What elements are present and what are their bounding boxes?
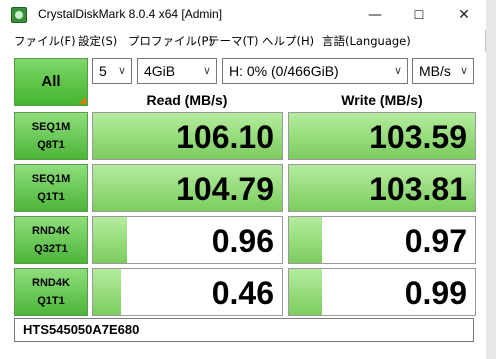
write-bar — [289, 269, 323, 315]
main-panel: All 5 ∨ 4GiB ∨ H: 0% (0/466GiB) ∨ MB/s ∨… — [0, 52, 486, 359]
menu-language[interactable]: 言語(Language) — [322, 33, 411, 49]
read-result-cell: 104.79 — [92, 164, 283, 212]
menu-settings[interactable]: 設定(S) — [78, 33, 117, 49]
rnd4k-q1t1-button[interactable]: RND4K Q1T1 — [14, 268, 88, 316]
write-result-cell: 103.81 — [288, 164, 476, 212]
read-bar — [93, 217, 128, 263]
write-result-cell: 0.99 — [288, 268, 476, 316]
write-value: 103.59 — [369, 119, 467, 155]
menu-profile[interactable]: プロファイル(P) — [128, 33, 213, 49]
unit-select[interactable]: MB/s ∨ — [412, 58, 474, 84]
write-bar — [289, 217, 323, 263]
menu-bar: ファイル(F) 設定(S) プロファイル(P) テーマ(T) ヘルプ(H) 言語… — [0, 30, 486, 51]
chevron-down-icon: ∨ — [117, 64, 126, 77]
test-params: Q1T1 — [37, 295, 65, 307]
chevron-down-icon: ∨ — [202, 64, 211, 77]
write-value: 103.81 — [369, 171, 467, 207]
read-result-cell: 0.96 — [92, 216, 283, 264]
read-value: 0.46 — [211, 275, 274, 311]
chevron-down-icon: ∨ — [459, 64, 468, 77]
app-disk-icon — [11, 7, 27, 23]
seq1m-q1t1-button[interactable]: SEQ1M Q1T1 — [14, 164, 88, 212]
write-column-header: Write (MB/s) — [341, 92, 423, 108]
test-name: RND4K — [32, 225, 70, 237]
title-bar[interactable]: CrystalDiskMark 8.0.4 x64 [Admin] — ☐ ✕ — [0, 0, 486, 30]
test-count-value: 5 — [99, 63, 107, 79]
write-result-cell: 103.59 — [288, 112, 476, 160]
seq1m-q8t1-button[interactable]: SEQ1M Q8T1 — [14, 112, 88, 160]
all-button[interactable]: All — [14, 58, 88, 106]
test-params: Q1T1 — [37, 191, 65, 203]
test-name: SEQ1M — [31, 121, 71, 133]
app-window: CrystalDiskMark 8.0.4 x64 [Admin] — ☐ ✕ … — [0, 0, 486, 359]
test-size-select[interactable]: 4GiB ∨ — [137, 58, 217, 84]
unit-value: MB/s — [419, 63, 451, 79]
test-params: Q32T1 — [34, 243, 68, 255]
chevron-down-icon: ∨ — [393, 64, 402, 77]
read-result-cell: 106.10 — [92, 112, 283, 160]
menu-help[interactable]: ヘルプ(H) — [262, 33, 314, 49]
test-size-value: 4GiB — [144, 63, 176, 79]
menu-theme[interactable]: テーマ(T) — [208, 33, 259, 49]
test-name: RND4K — [32, 277, 70, 289]
read-value: 106.10 — [176, 119, 274, 155]
window-title: CrystalDiskMark 8.0.4 x64 [Admin] — [38, 7, 223, 21]
read-result-cell: 0.46 — [92, 268, 283, 316]
maximize-button[interactable]: ☐ — [397, 0, 441, 30]
drive-select[interactable]: H: 0% (0/466GiB) ∨ — [222, 58, 408, 84]
minimize-button[interactable]: — — [353, 0, 397, 30]
read-column-header: Read (MB/s) — [146, 92, 228, 108]
rnd4k-q32t1-button[interactable]: RND4K Q32T1 — [14, 216, 88, 264]
read-bar — [93, 269, 122, 315]
write-result-cell: 0.97 — [288, 216, 476, 264]
drive-value: H: 0% (0/466GiB) — [229, 63, 339, 79]
read-value: 104.79 — [176, 171, 274, 207]
test-name: SEQ1M — [31, 173, 71, 185]
write-value: 0.99 — [404, 275, 467, 311]
menu-file[interactable]: ファイル(F) — [14, 33, 76, 49]
read-value: 0.96 — [211, 223, 274, 259]
close-button[interactable]: ✕ — [442, 0, 486, 30]
test-count-select[interactable]: 5 ∨ — [92, 58, 132, 84]
test-params: Q8T1 — [37, 139, 65, 151]
write-value: 0.97 — [404, 223, 467, 259]
comment-field[interactable]: HTS545050A7E680 — [14, 318, 474, 342]
background-window — [486, 0, 496, 359]
